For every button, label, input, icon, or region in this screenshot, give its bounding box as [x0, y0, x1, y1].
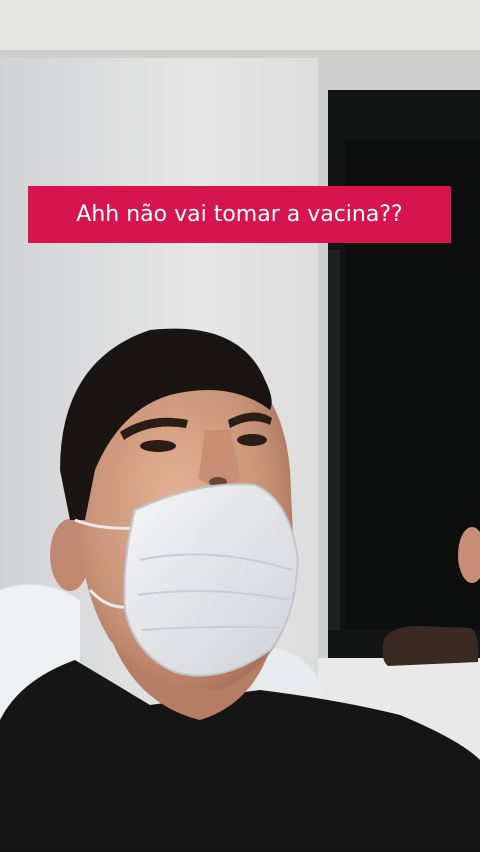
video-frame — [0, 0, 480, 852]
caption-banner: Ahh não vai tomar a vacina?? — [28, 186, 451, 243]
caption-text: Ahh não vai tomar a vacina?? — [76, 202, 403, 227]
face-mask — [123, 483, 300, 677]
cabinet-shelf — [328, 250, 340, 630]
right-eye — [237, 434, 267, 446]
glasses-case — [382, 626, 479, 666]
ceiling-edge — [0, 50, 480, 58]
left-eye — [140, 440, 176, 452]
